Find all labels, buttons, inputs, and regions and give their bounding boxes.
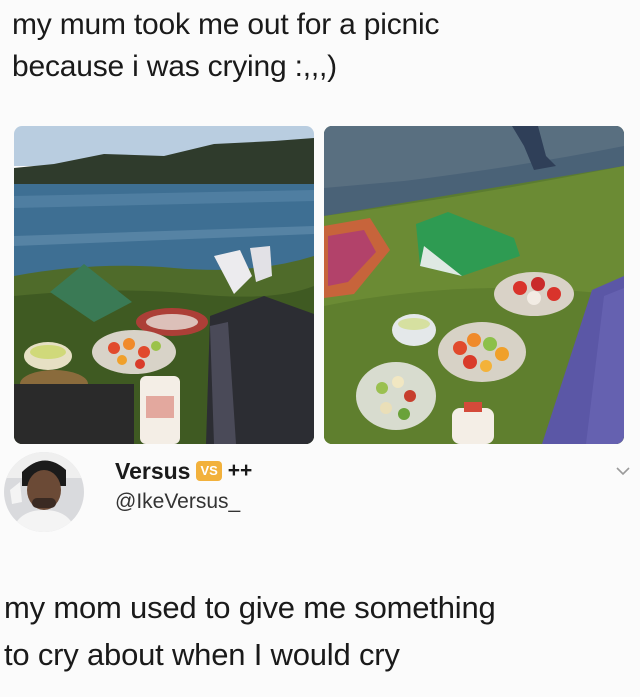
vs-badge: VS (196, 461, 222, 481)
tweet-author-row: Versus VS ++ (115, 457, 252, 485)
name-suffix: ++ (227, 459, 253, 482)
grass-picnic-photo (324, 126, 624, 444)
caption-line-2: because i was crying :,,,) (12, 50, 337, 83)
lake-picnic-photo (14, 126, 314, 444)
meme-caption: my mum took me out for a picnic because … (12, 4, 622, 88)
tweet-text: my mom used to give me something to cry … (4, 584, 634, 678)
chevron-down-icon[interactable] (616, 464, 630, 478)
tweet-text-line-2: to cry about when I would cry (4, 637, 400, 672)
user-handle[interactable]: @IkeVersus_ (115, 490, 240, 514)
tweet-text-line-1: my mom used to give me something (4, 590, 496, 625)
display-name[interactable]: Versus (115, 458, 190, 485)
caption-line-1: my mum took me out for a picnic (12, 8, 440, 41)
avatar[interactable] (4, 452, 84, 532)
